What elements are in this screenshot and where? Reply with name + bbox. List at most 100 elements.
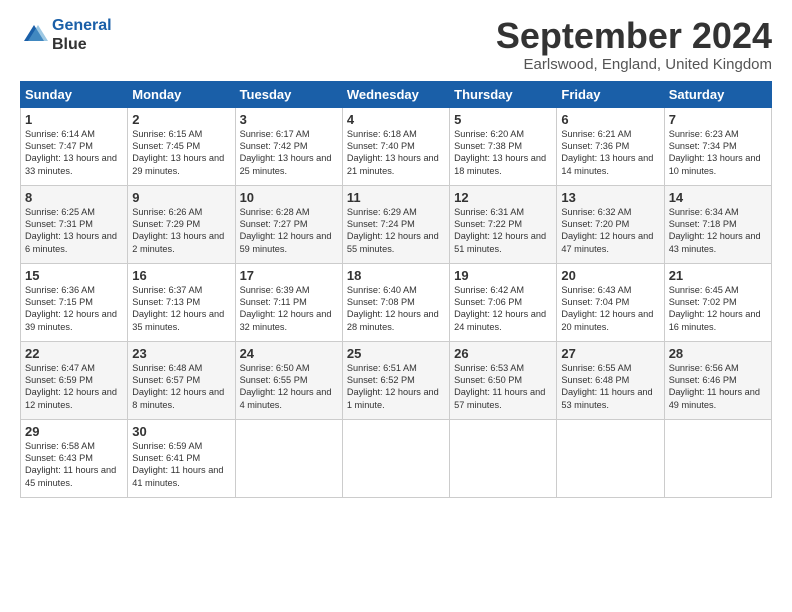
calendar-week-5: 29Sunrise: 6:58 AMSunset: 6:43 PMDayligh… [21,419,772,497]
cell-content: Sunrise: 6:36 AMSunset: 7:15 PMDaylight:… [25,285,117,332]
calendar-cell: 24Sunrise: 6:50 AMSunset: 6:55 PMDayligh… [235,341,342,419]
day-number: 18 [347,268,445,283]
cell-content: Sunrise: 6:17 AMSunset: 7:42 PMDaylight:… [240,129,332,176]
cell-content: Sunrise: 6:42 AMSunset: 7:06 PMDaylight:… [454,285,546,332]
day-number: 22 [25,346,123,361]
cell-content: Sunrise: 6:21 AMSunset: 7:36 PMDaylight:… [561,129,653,176]
calendar-cell [557,419,664,497]
cell-content: Sunrise: 6:55 AMSunset: 6:48 PMDaylight:… [561,363,652,410]
day-number: 23 [132,346,230,361]
calendar-cell: 11Sunrise: 6:29 AMSunset: 7:24 PMDayligh… [342,185,449,263]
calendar-cell: 21 Sunrise: 6:45 AMSunset: 7:02 PMDayligh… [664,263,771,341]
calendar-header-row: Sunday Monday Tuesday Wednesday Thursday… [21,81,772,107]
calendar-table: Sunday Monday Tuesday Wednesday Thursday… [20,81,772,498]
day-number: 13 [561,190,659,205]
cell-content: Sunrise: 6:53 AMSunset: 6:50 PMDaylight:… [454,363,545,410]
calendar-cell: 7 Sunrise: 6:23 AMSunset: 7:34 PMDaylight… [664,107,771,185]
cell-content: Sunrise: 6:56 AMSunset: 6:46 PMDaylight:… [669,363,760,410]
logo-text: General Blue [52,16,112,54]
cell-content: Sunrise: 6:20 AMSunset: 7:38 PMDaylight:… [454,129,546,176]
cell-content: Sunrise: 6:40 AMSunset: 7:08 PMDaylight:… [347,285,439,332]
header-saturday: Saturday [664,81,771,107]
day-number: 26 [454,346,552,361]
calendar-week-1: 1 Sunrise: 6:14 AMSunset: 7:47 PMDaylight… [21,107,772,185]
cell-content: Sunrise: 6:14 AMSunset: 7:47 PMDaylight:… [25,129,117,176]
calendar-cell: 2 Sunrise: 6:15 AMSunset: 7:45 PMDaylight… [128,107,235,185]
day-number: 14 [669,190,767,205]
month-title: September 2024 [496,16,772,56]
day-number: 5 [454,112,552,127]
calendar-cell: 6 Sunrise: 6:21 AMSunset: 7:36 PMDaylight… [557,107,664,185]
calendar-cell: 1 Sunrise: 6:14 AMSunset: 7:47 PMDaylight… [21,107,128,185]
cell-content: Sunrise: 6:39 AMSunset: 7:11 PMDaylight:… [240,285,332,332]
day-number: 3 [240,112,338,127]
cell-content: Sunrise: 6:29 AMSunset: 7:24 PMDaylight:… [347,207,439,254]
calendar-cell: 20 Sunrise: 6:43 AMSunset: 7:04 PMDayligh… [557,263,664,341]
day-number: 20 [561,268,659,283]
day-number: 12 [454,190,552,205]
calendar-cell: 22 Sunrise: 6:47 AMSunset: 6:59 PMDayligh… [21,341,128,419]
day-number: 9 [132,190,230,205]
day-number: 2 [132,112,230,127]
day-number: 19 [454,268,552,283]
calendar-cell: 25 Sunrise: 6:51 AMSunset: 6:52 PMDayligh… [342,341,449,419]
calendar-cell [450,419,557,497]
page: General Blue September 2024 Earlswood, E… [0,0,792,612]
cell-content: Sunrise: 6:26 AMSunset: 7:29 PMDaylight:… [132,207,224,254]
logo-area: General Blue [20,16,112,54]
day-number: 10 [240,190,338,205]
cell-content: Sunrise: 6:32 AMSunset: 7:20 PMDaylight:… [561,207,653,254]
calendar-cell: 15 Sunrise: 6:36 AMSunset: 7:15 PMDayligh… [21,263,128,341]
calendar-cell: 16 Sunrise: 6:37 AMSunset: 7:13 PMDayligh… [128,263,235,341]
calendar-cell [235,419,342,497]
cell-content: Sunrise: 6:43 AMSunset: 7:04 PMDaylight:… [561,285,653,332]
day-number: 7 [669,112,767,127]
header: General Blue September 2024 Earlswood, E… [20,16,772,73]
calendar-week-2: 8Sunrise: 6:25 AMSunset: 7:31 PMDaylight… [21,185,772,263]
day-number: 30 [132,424,230,439]
day-number: 28 [669,346,767,361]
cell-content: Sunrise: 6:34 AMSunset: 7:18 PMDaylight:… [669,207,761,254]
calendar-cell: 9 Sunrise: 6:26 AMSunset: 7:29 PMDaylight… [128,185,235,263]
calendar-cell: 19 Sunrise: 6:42 AMSunset: 7:06 PMDayligh… [450,263,557,341]
calendar-cell: 28 Sunrise: 6:56 AMSunset: 6:46 PMDayligh… [664,341,771,419]
cell-content: Sunrise: 6:23 AMSunset: 7:34 PMDaylight:… [669,129,761,176]
cell-content: Sunrise: 6:37 AMSunset: 7:13 PMDaylight:… [132,285,224,332]
logo-icon [20,21,48,49]
title-area: September 2024 Earlswood, England, Unite… [496,16,772,73]
cell-content: Sunrise: 6:51 AMSunset: 6:52 PMDaylight:… [347,363,439,410]
calendar-cell: 27 Sunrise: 6:55 AMSunset: 6:48 PMDayligh… [557,341,664,419]
day-number: 25 [347,346,445,361]
header-tuesday: Tuesday [235,81,342,107]
subtitle: Earlswood, England, United Kingdom [496,56,772,73]
cell-content: Sunrise: 6:58 AMSunset: 6:43 PMDaylight:… [25,441,116,488]
calendar-cell: 10 Sunrise: 6:28 AMSunset: 7:27 PMDayligh… [235,185,342,263]
calendar-week-4: 22 Sunrise: 6:47 AMSunset: 6:59 PMDayligh… [21,341,772,419]
cell-content: Sunrise: 6:15 AMSunset: 7:45 PMDaylight:… [132,129,224,176]
calendar-cell [342,419,449,497]
calendar-cell: 26 Sunrise: 6:53 AMSunset: 6:50 PMDayligh… [450,341,557,419]
header-wednesday: Wednesday [342,81,449,107]
header-friday: Friday [557,81,664,107]
day-number: 17 [240,268,338,283]
cell-content: Sunrise: 6:28 AMSunset: 7:27 PMDaylight:… [240,207,332,254]
cell-content: Sunrise: 6:45 AMSunset: 7:02 PMDaylight:… [669,285,761,332]
cell-content: Sunrise: 6:25 AMSunset: 7:31 PMDaylight:… [25,207,117,254]
calendar-week-3: 15 Sunrise: 6:36 AMSunset: 7:15 PMDayligh… [21,263,772,341]
header-sunday: Sunday [21,81,128,107]
day-number: 15 [25,268,123,283]
cell-content: Sunrise: 6:59 AMSunset: 6:41 PMDaylight:… [132,441,223,488]
day-number: 6 [561,112,659,127]
calendar-cell: 8Sunrise: 6:25 AMSunset: 7:31 PMDaylight… [21,185,128,263]
day-number: 1 [25,112,123,127]
cell-content: Sunrise: 6:31 AMSunset: 7:22 PMDaylight:… [454,207,546,254]
day-number: 27 [561,346,659,361]
day-number: 4 [347,112,445,127]
cell-content: Sunrise: 6:47 AMSunset: 6:59 PMDaylight:… [25,363,117,410]
day-number: 16 [132,268,230,283]
calendar-cell [664,419,771,497]
calendar-cell: 14 Sunrise: 6:34 AMSunset: 7:18 PMDayligh… [664,185,771,263]
calendar-cell: 5 Sunrise: 6:20 AMSunset: 7:38 PMDaylight… [450,107,557,185]
day-number: 24 [240,346,338,361]
day-number: 21 [669,268,767,283]
